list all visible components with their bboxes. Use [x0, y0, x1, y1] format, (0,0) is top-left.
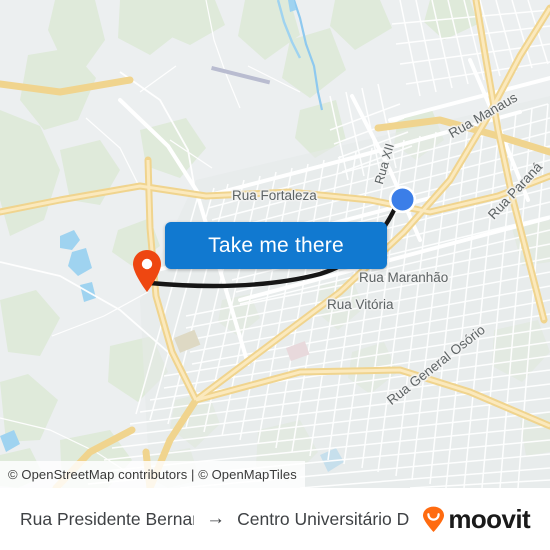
street-label-vitoria: Rua Vitória [327, 297, 394, 312]
dot-core [391, 188, 414, 211]
pin-hole [141, 258, 153, 270]
origin-marker[interactable] [131, 249, 163, 293]
moovit-trip-map-screen: Rua Fortaleza Rua Manaus Rua Paraná Rua … [0, 0, 550, 550]
street-label-fortaleza: Rua Fortaleza [232, 188, 317, 203]
destination-marker[interactable] [388, 185, 417, 214]
take-me-there-label: Take me there [208, 233, 344, 257]
take-me-there-button[interactable]: Take me there [165, 222, 387, 269]
trip-footer-bar: Rua Presidente Bernard… → Centro Univers… [0, 488, 550, 550]
pin-body [133, 250, 161, 292]
map-canvas[interactable]: Rua Fortaleza Rua Manaus Rua Paraná Rua … [0, 0, 550, 488]
map-attribution[interactable]: © OpenStreetMap contributors | © OpenMap… [0, 461, 305, 488]
arrow-right-icon: → [206, 508, 226, 529]
moovit-wordmark: moovit [448, 504, 530, 534]
trip-origin-label[interactable]: Rua Presidente Bernard… [20, 509, 194, 530]
moovit-pin-icon [423, 506, 445, 532]
trip-destination-label[interactable]: Centro Universitário De … [237, 509, 410, 530]
moovit-logo[interactable]: moovit [420, 504, 531, 534]
street-label-maranhao: Rua Maranhão [359, 270, 449, 285]
